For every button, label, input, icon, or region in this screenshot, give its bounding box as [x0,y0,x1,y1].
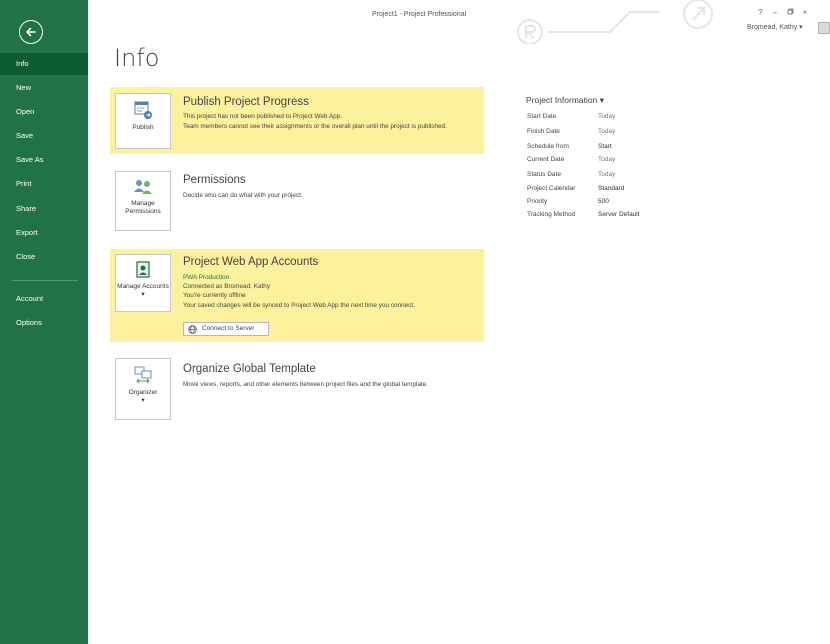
pi-value-current-date[interactable]: Today [598,156,615,163]
sidebar-divider [12,280,78,281]
sidebar-item-options[interactable]: Options [0,312,88,334]
back-button[interactable] [19,20,43,44]
permissions-description: Decide who can do what with your project… [183,192,303,199]
backstage-sidebar: Info New Open Save Save As Print Share E… [0,0,88,644]
publish-status-text: This project has not been published to P… [183,113,343,120]
pwa-accounts-section: Manage Accounts ▾ Project Web App Accoun… [110,249,484,342]
pi-value-start-date[interactable]: Today [598,113,615,120]
avatar[interactable] [818,22,830,34]
organizer-icon [134,366,152,384]
publish-tile-label: Publish [132,124,154,131]
sidebar-item-print[interactable]: Print [0,173,88,195]
publish-icon [134,101,152,119]
pwa-offline-status: You're currently offline [183,292,246,299]
users-icon [134,180,152,194]
globe-icon [188,325,197,334]
backstage-view: Info New Open Save Save As Print Share E… [0,0,830,644]
sidebar-item-close[interactable]: Close [0,246,88,268]
pi-value-tracking-method[interactable]: Server Default [598,211,640,218]
chevron-down-icon: ▾ [141,397,145,404]
restore-icon [787,8,794,15]
sidebar-item-export[interactable]: Export [0,222,88,244]
title-bar-decoration [517,0,713,44]
pi-value-schedule-from[interactable]: Start [598,143,612,150]
manage-accounts-button[interactable]: Manage Accounts ▾ [115,254,171,312]
pi-label-start-date: Start Date [527,113,557,120]
pi-value-finish-date[interactable]: Today [598,128,615,135]
help-button[interactable]: ? [758,8,764,17]
pi-label-project-calendar: Project Calendar [527,185,576,192]
organizer-button[interactable]: Organizer ▾ [115,358,171,420]
pwa-title: Project Web App Accounts [183,256,319,268]
pwa-server-link[interactable]: PWA Production [183,273,478,282]
pi-label-priority: Priority [527,198,548,205]
permissions-section: Manage Permissions Permissions Decide wh… [110,167,484,235]
manage-permissions-button[interactable]: Manage Permissions [115,171,171,231]
close-window-button[interactable]: × [803,8,810,17]
publish-title: Publish Project Progress [183,96,309,108]
organizer-section: Organizer ▾ Organize Global Template Mov… [110,354,484,422]
connect-to-server-label: Connect to Server [202,325,255,332]
sidebar-item-save-as[interactable]: Save As [0,149,88,171]
chevron-down-icon: ▾ [599,95,604,105]
pi-value-project-calendar[interactable]: Standard [598,185,624,192]
pi-label-tracking-method: Tracking Method [527,211,576,218]
page-title: Info [114,44,160,72]
sidebar-item-save[interactable]: Save [0,125,88,147]
organizer-title: Organize Global Template [183,363,316,375]
manage-permissions-label: Manage Permissions [125,200,161,215]
pi-label-current-date: Current Date [527,156,565,163]
arrow-left-icon [26,27,36,37]
publish-section: Publish Publish Project Progress This pr… [110,87,484,154]
account-menu[interactable]: Bromead, Kathy ▾ [747,23,803,31]
sidebar-item-new[interactable]: New [0,77,88,99]
publish-description: Team members cannot see their assignment… [183,123,447,130]
window-title: Project1 - Project Professional [372,11,467,18]
organizer-label: Organizer [128,389,158,396]
project-information-title: Project Information [526,95,598,105]
manage-accounts-label: Manage Accounts ▾ [117,283,169,298]
pi-value-priority[interactable]: 500 [598,198,609,205]
sidebar-item-share[interactable]: Share [0,198,88,220]
connect-to-server-button[interactable]: Connect to Server [183,322,269,336]
publish-button[interactable]: Publish [115,93,171,149]
pi-label-finish-date: Finish Date [527,128,560,135]
minimize-button[interactable]: – [773,8,779,17]
chevron-down-icon: ▾ [799,24,803,31]
sidebar-item-info[interactable]: Info [0,53,88,75]
pwa-sync-note: Your saved changes will be synced to Pro… [183,302,415,309]
project-information-header[interactable]: Project Information ▾ [526,95,604,106]
organizer-description: Move views, reports, and other elements … [183,381,429,388]
permissions-title: Permissions [183,174,246,186]
pi-label-schedule-from: Schedule from [527,143,569,150]
pi-value-status-date[interactable]: Today [598,171,615,178]
pi-label-status-date: Status Date [527,171,561,178]
sidebar-item-open[interactable]: Open [0,101,88,123]
account-icon [136,261,150,278]
pwa-connected-as: Connected as Bromead; Kathy [183,283,271,290]
restore-button[interactable] [787,8,798,17]
window-controls: ? – × [758,8,813,17]
user-name: Bromead, Kathy [747,24,798,31]
sidebar-item-account[interactable]: Account [0,288,88,310]
